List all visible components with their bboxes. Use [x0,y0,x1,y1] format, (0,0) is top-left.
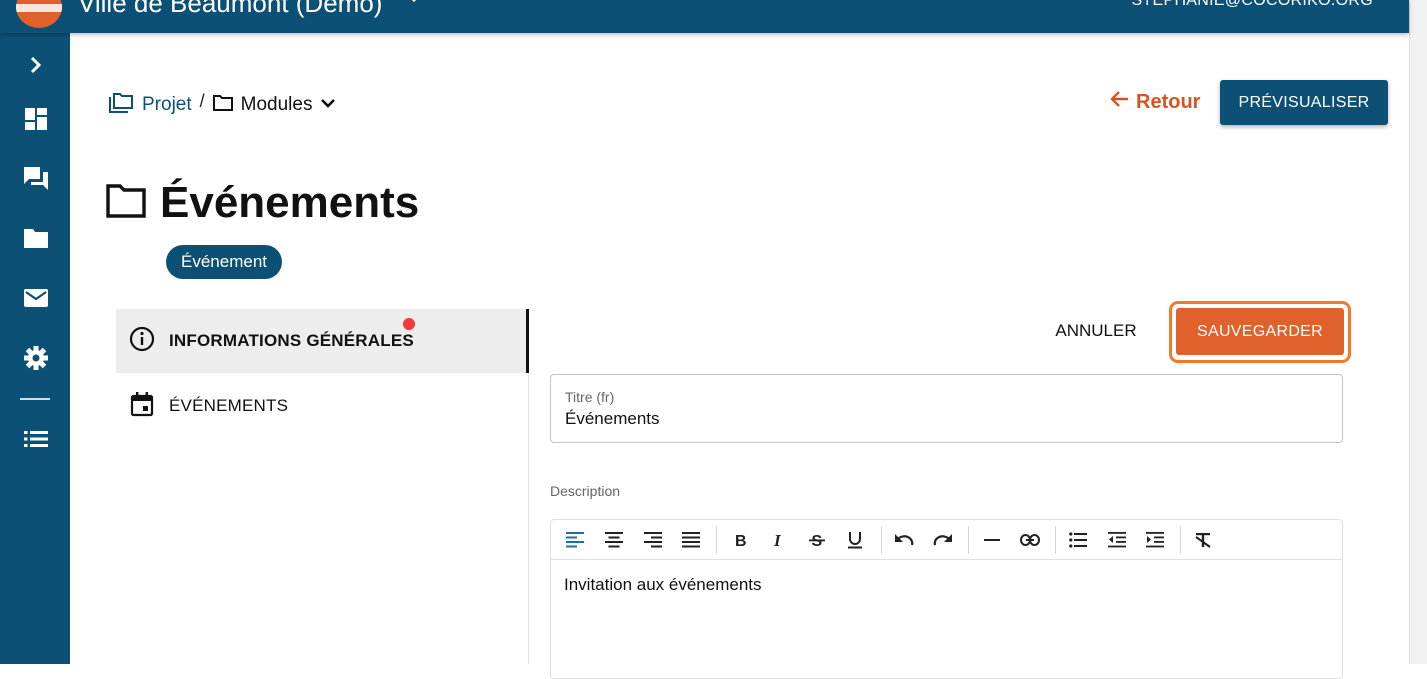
redo-icon[interactable] [932,529,954,551]
page-header: Événements [106,178,419,228]
description-label: Description [550,483,621,499]
undo-icon[interactable] [893,529,915,551]
chevron-right-icon[interactable] [23,52,49,78]
app-title[interactable]: Ville de Beaumont (Demo) [78,0,382,19]
page-title: Événements [160,178,420,227]
dashboard-icon[interactable] [23,106,49,132]
library-folder-icon [108,92,134,119]
tab-label: ÉVÉNEMENTS [169,396,289,415]
back-label: Retour [1136,90,1201,113]
horizontal-rule-icon[interactable] [981,529,1003,551]
back-link[interactable]: Retour [1110,90,1200,114]
top-bar: Ville de Beaumont (Demo) STEPHANIE@COCOR… [0,0,1409,33]
error-indicator-dot [403,318,415,330]
bullet-list-icon[interactable] [1067,529,1089,551]
user-email[interactable]: STEPHANIE@COCORIKO.ORG [1131,0,1373,10]
tab-events[interactable]: ÉVÉNEMENTS [116,374,529,438]
title-field[interactable]: Titre (fr) [550,374,1343,443]
italic-icon[interactable]: I [767,529,789,551]
scrollbar[interactable] [1409,0,1427,664]
title-field-label: Titre (fr) [565,389,615,405]
breadcrumb-project-link[interactable]: Projet [142,94,192,116]
title-input[interactable] [565,409,1325,429]
svg-text:I: I [773,532,782,548]
svg-text:B: B [735,533,747,548]
calendar-icon [129,391,155,422]
section-tabs: INFORMATIONS GÉNÉRALES ÉVÉNEMENTS [116,309,529,664]
indent-icon[interactable] [1144,529,1166,551]
sidebar [0,33,70,664]
align-left-icon[interactable] [564,529,586,551]
breadcrumb-separator: / [199,90,205,111]
toolbar-divider [1180,526,1181,554]
forum-icon[interactable] [23,165,49,191]
toolbar-divider [968,526,969,554]
bold-icon[interactable]: B [729,529,751,551]
app-logo[interactable] [16,0,62,28]
strikethrough-icon[interactable]: S [806,529,828,551]
module-type-chip: Événement [166,245,282,279]
toolbar-divider [881,526,882,554]
toolbar-divider [1055,526,1056,554]
clear-format-icon[interactable] [1192,529,1214,551]
settings-icon[interactable] [23,345,49,371]
align-right-icon[interactable] [642,529,664,551]
app-switcher-caret-icon[interactable] [408,0,420,2]
preview-button[interactable]: PRÉVISUALISER [1220,80,1388,125]
folder-icon[interactable] [23,225,49,251]
underline-icon[interactable] [844,529,866,551]
folder-outline-icon [212,94,233,116]
editor-toolbar: B I S [551,520,1342,560]
align-justify-icon[interactable] [680,529,702,551]
arrow-left-icon [1110,90,1130,114]
toolbar-divider [716,526,717,554]
description-editor: B I S Invitation aux événements [550,519,1343,679]
sidebar-divider [20,398,50,400]
tab-label: INFORMATIONS GÉNÉRALES [169,331,414,350]
link-icon[interactable] [1019,529,1041,551]
folder-outline-icon [106,183,146,223]
breadcrumb: Projet / Modules [108,90,336,120]
info-icon [129,326,155,357]
align-center-icon[interactable] [603,529,625,551]
outdent-icon[interactable] [1106,529,1128,551]
mail-icon[interactable] [23,285,49,311]
tab-general-info[interactable]: INFORMATIONS GÉNÉRALES [116,309,529,373]
list-icon[interactable] [23,426,49,452]
chevron-down-icon[interactable] [320,96,336,114]
breadcrumb-current[interactable]: Modules [241,94,313,116]
save-button[interactable]: SAUVEGARDER [1176,308,1344,355]
description-text[interactable]: Invitation aux événements [564,575,762,595]
cancel-button[interactable]: ANNULER [1040,312,1152,350]
